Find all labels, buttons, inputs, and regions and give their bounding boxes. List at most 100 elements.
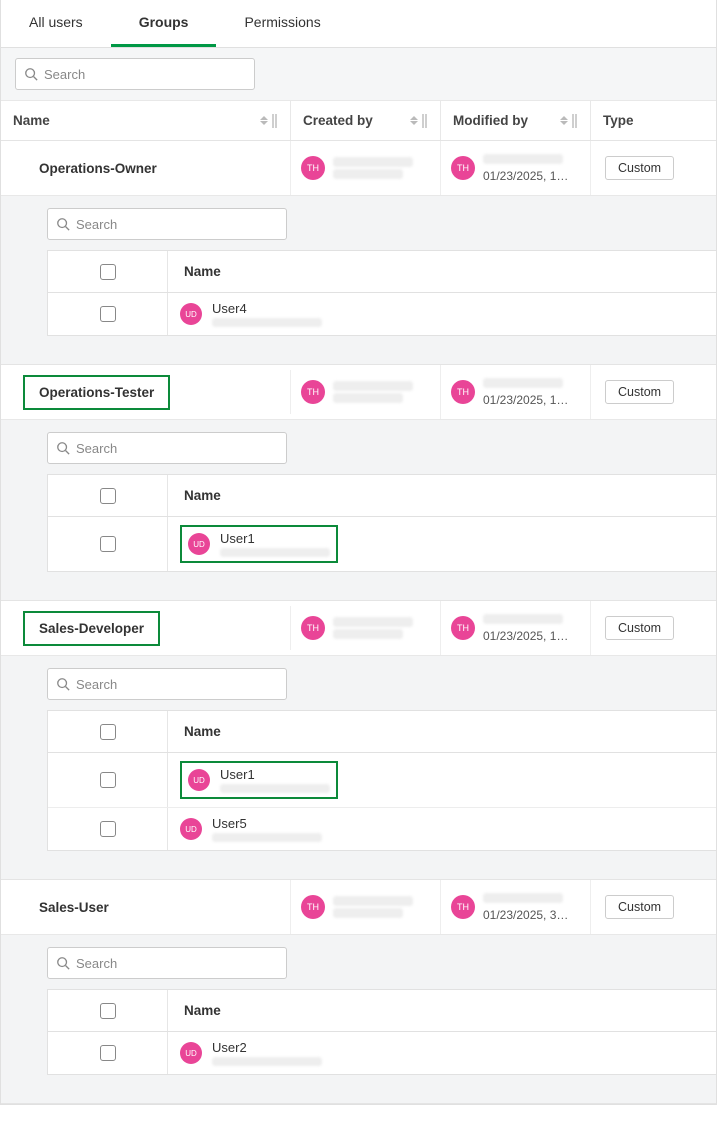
- main-tabs: All users Groups Permissions: [1, 0, 716, 48]
- avatar: TH: [301, 156, 325, 180]
- user-meta: User1: [220, 767, 330, 793]
- type-badge: Custom: [605, 380, 674, 404]
- person-text: 01/23/2025, 1…: [483, 614, 568, 643]
- checkbox-cell: [48, 753, 168, 807]
- type-badge: Custom: [605, 895, 674, 919]
- members-name-header[interactable]: Name: [168, 990, 716, 1031]
- select-all-checkbox[interactable]: [100, 488, 116, 504]
- col-createdby-sort[interactable]: [410, 114, 428, 128]
- avatar: TH: [451, 616, 475, 640]
- redacted-name: [483, 893, 563, 903]
- group-name[interactable]: Operations-Owner: [1, 141, 291, 195]
- person-cell: TH: [291, 601, 423, 655]
- redacted-email: [212, 318, 322, 327]
- col-type[interactable]: Type: [591, 101, 716, 140]
- redacted-name: [483, 154, 563, 164]
- members-search-input[interactable]: [70, 955, 278, 972]
- search-icon: [56, 217, 70, 231]
- avatar: TH: [301, 895, 325, 919]
- group-name-cell[interactable]: Operations-Tester: [23, 370, 291, 414]
- tab-permissions[interactable]: Permissions: [216, 0, 348, 47]
- groups-body: Operations-Owner TH TH 01/23/2025, 1… Cu…: [1, 141, 716, 1104]
- avatar: TH: [451, 380, 475, 404]
- user-name: User1: [220, 767, 330, 782]
- type-badge: Custom: [605, 616, 674, 640]
- redacted-name: [333, 617, 413, 627]
- member-row[interactable]: UD User1: [48, 517, 716, 571]
- members-search-input[interactable]: [70, 216, 278, 233]
- avatar: UD: [188, 533, 210, 555]
- group-name[interactable]: Sales-User: [1, 880, 291, 934]
- column-resize-handle[interactable]: [572, 114, 578, 128]
- group-row: Operations-Owner TH TH 01/23/2025, 1… Cu…: [1, 141, 716, 196]
- search-icon: [56, 677, 70, 691]
- select-all-cell: [48, 251, 168, 292]
- member-row[interactable]: UD User5: [48, 808, 716, 850]
- redacted-name: [333, 381, 413, 391]
- user-meta: User2: [212, 1040, 322, 1066]
- members-search-input[interactable]: [70, 676, 278, 693]
- sort-icon: [560, 116, 568, 125]
- select-all-checkbox[interactable]: [100, 1003, 116, 1019]
- col-created-by[interactable]: Created by: [291, 101, 441, 140]
- select-all-checkbox[interactable]: [100, 724, 116, 740]
- person-text: [333, 896, 413, 918]
- members-search: [47, 947, 287, 979]
- member-row[interactable]: UD User2: [48, 1032, 716, 1074]
- col-name[interactable]: Name: [1, 101, 291, 140]
- type-badge: Custom: [605, 156, 674, 180]
- redacted-detail: [333, 908, 403, 918]
- col-name-sort[interactable]: [260, 114, 278, 128]
- type-cell: Custom: [591, 141, 716, 195]
- type-cell: Custom: [591, 365, 716, 419]
- search-input[interactable]: [38, 66, 246, 83]
- select-all-checkbox[interactable]: [100, 264, 116, 280]
- members-name-header[interactable]: Name: [168, 711, 716, 752]
- row-checkbox[interactable]: [100, 536, 116, 552]
- members-name-header[interactable]: Name: [168, 475, 716, 516]
- members-search-container: [47, 947, 716, 989]
- avatar: UD: [188, 769, 210, 791]
- checkbox-cell: [48, 517, 168, 571]
- user-meta: User1: [220, 531, 330, 557]
- members-name-header[interactable]: Name: [168, 251, 716, 292]
- column-headers: Name Created by Modified by Type: [1, 101, 716, 141]
- redacted-email: [220, 784, 330, 793]
- checkbox-cell: [48, 293, 168, 335]
- members-search-input[interactable]: [70, 440, 278, 457]
- user-cell: UD User1: [168, 517, 716, 571]
- column-resize-handle[interactable]: [272, 114, 278, 128]
- members-table: Name UD User4: [47, 250, 716, 336]
- group-row: Sales-User TH TH 01/23/2025, 3… Custom: [1, 880, 716, 935]
- row-checkbox[interactable]: [100, 772, 116, 788]
- highlighted-user: UD User1: [180, 761, 338, 799]
- person-cell: TH 01/23/2025, 3…: [441, 880, 578, 934]
- person-text: 01/23/2025, 1…: [483, 378, 568, 407]
- row-checkbox[interactable]: [100, 1045, 116, 1061]
- members-panel: Name UD User1 UD User5: [1, 656, 716, 880]
- row-checkbox[interactable]: [100, 306, 116, 322]
- members-header: Name: [48, 475, 716, 517]
- member-row[interactable]: UD User1: [48, 753, 716, 808]
- tab-groups[interactable]: Groups: [111, 0, 217, 47]
- col-modified-by[interactable]: Modified by: [441, 101, 591, 140]
- person-cell: TH 01/23/2025, 1…: [441, 365, 578, 419]
- person-cell: TH 01/23/2025, 1…: [441, 141, 578, 195]
- type-cell: Custom: [591, 880, 716, 934]
- group-row: Operations-Tester TH TH 01/23/2025, 1… C…: [1, 365, 716, 420]
- avatar: UD: [180, 818, 202, 840]
- modified-by-cell: TH 01/23/2025, 1…: [441, 601, 591, 655]
- row-checkbox[interactable]: [100, 821, 116, 837]
- members-panel: Name UD User2: [1, 935, 716, 1104]
- col-modifiedby-sort[interactable]: [560, 114, 578, 128]
- members-panel: Name UD User4: [1, 196, 716, 365]
- members-header: Name: [48, 990, 716, 1032]
- column-resize-handle[interactable]: [422, 114, 428, 128]
- redacted-email: [212, 1057, 322, 1066]
- col-created-by-label: Created by: [303, 113, 373, 128]
- user-name: User1: [220, 531, 330, 546]
- members-header: Name: [48, 711, 716, 753]
- group-name-cell[interactable]: Sales-Developer: [23, 606, 291, 650]
- member-row[interactable]: UD User4: [48, 293, 716, 335]
- tab-all-users[interactable]: All users: [1, 0, 111, 47]
